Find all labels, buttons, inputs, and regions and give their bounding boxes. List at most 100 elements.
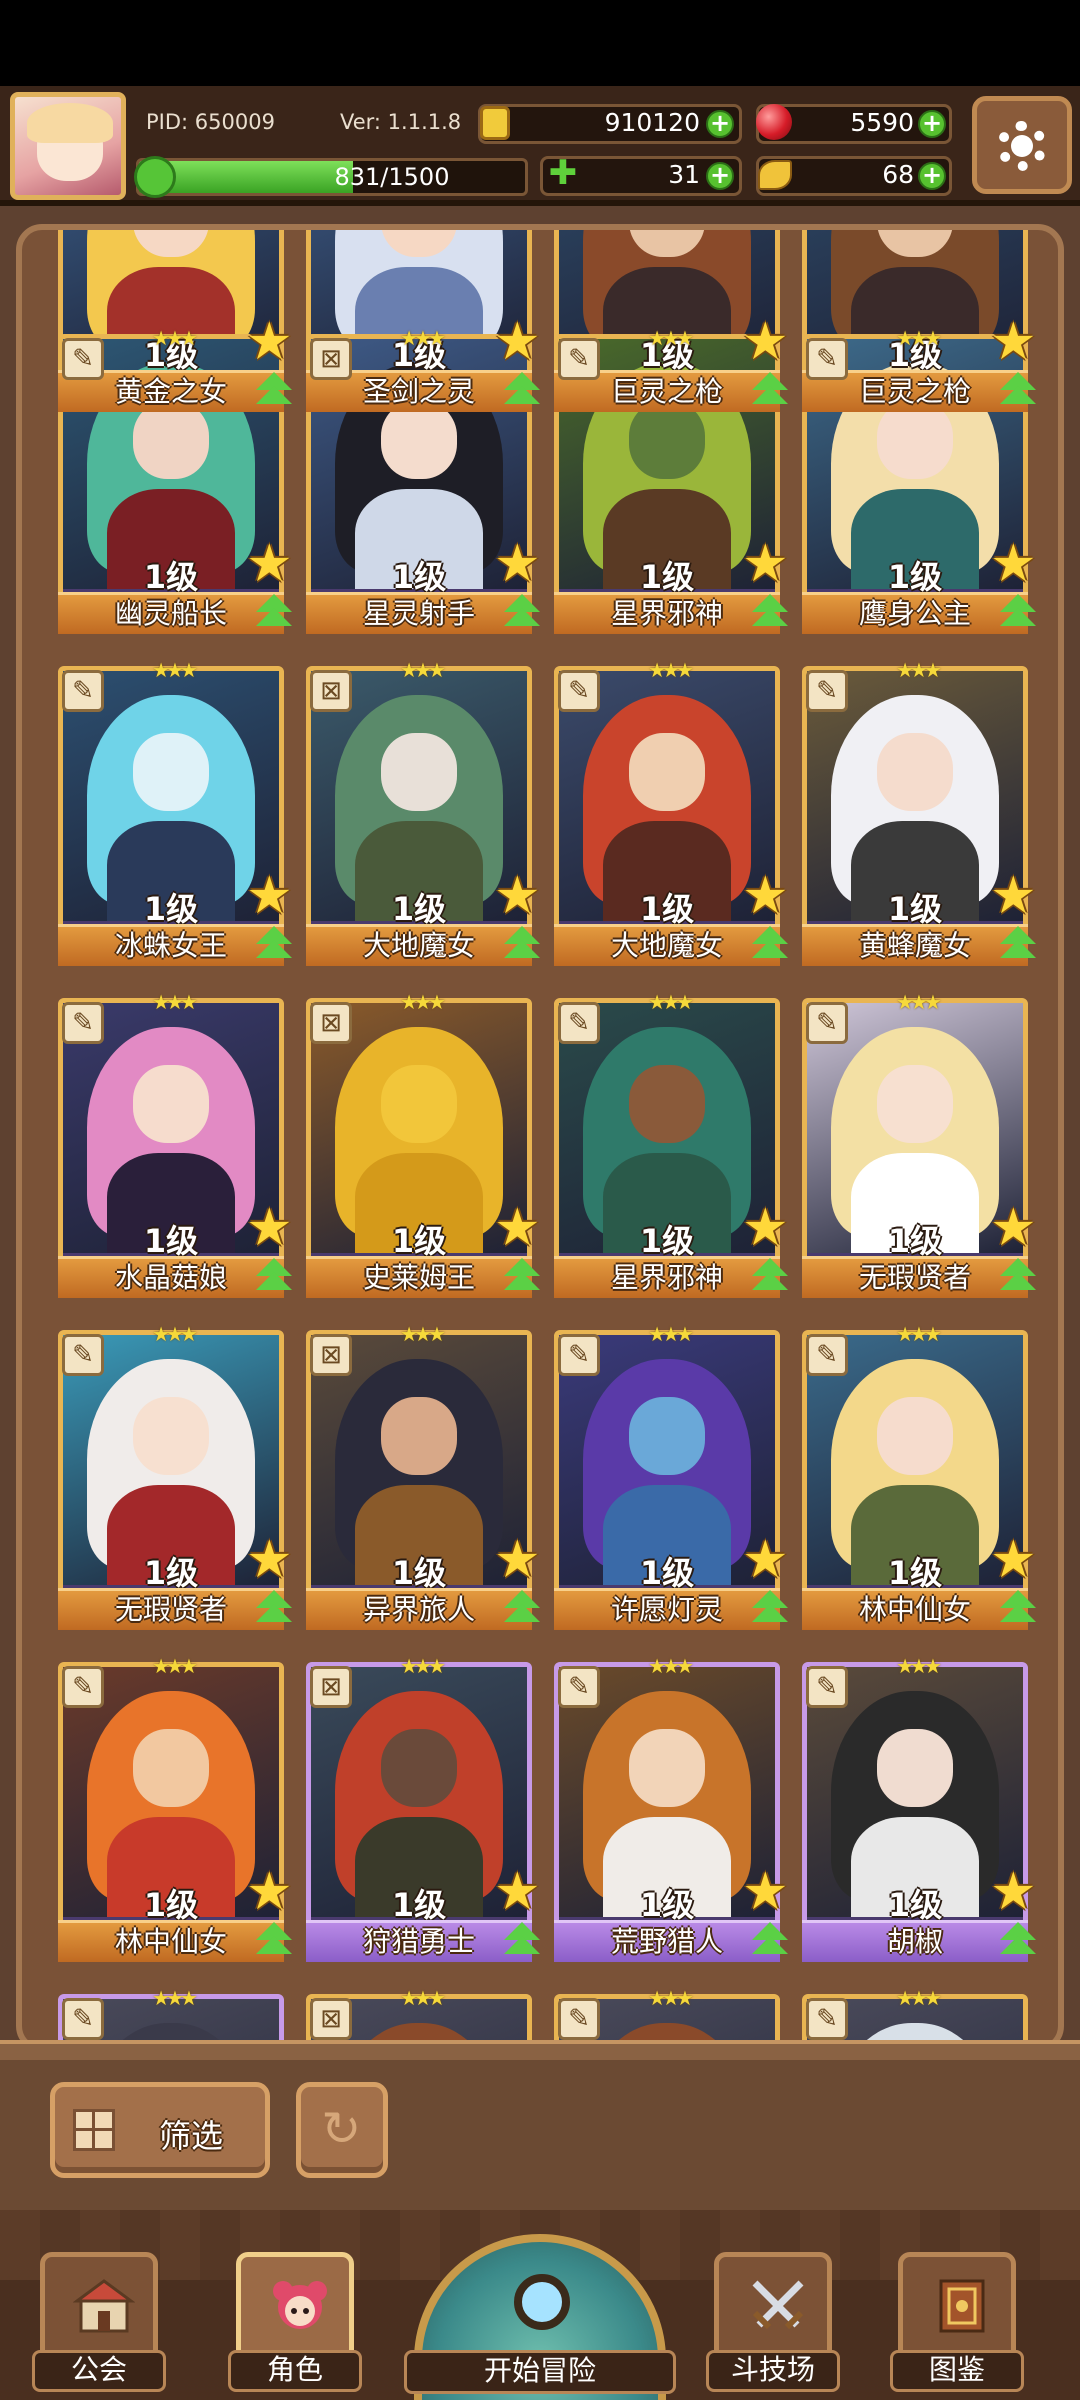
character-card[interactable]: ⊠ ★★★ 1级 史莱姆王 ★ xyxy=(306,990,541,1298)
upgrade-arrow-icon xyxy=(994,1590,1042,1634)
star-icon: ★ xyxy=(246,312,293,372)
character-card[interactable]: ⊠★★★1级圣剑之灵★ xyxy=(306,230,541,412)
character-card[interactable]: ✎ ★★★ 1级 冰蛛女王 ★ xyxy=(58,658,293,966)
upgrade-arrow-icon xyxy=(250,1922,298,1966)
add-gold-button[interactable]: + xyxy=(706,110,734,138)
rarity-stars: ★★★ xyxy=(648,326,694,350)
rarity-stars: ★★★ xyxy=(400,1322,446,1346)
character-card[interactable]: ✎ ★★★ 1级 星界邪神 ★ xyxy=(554,990,789,1298)
star-icon: ★ xyxy=(990,534,1037,594)
clover-level-icon xyxy=(134,156,176,198)
rarity-stars: ★★★ xyxy=(152,658,198,682)
weapon-type-icon: ⊠ xyxy=(310,1666,352,1708)
character-card[interactable]: ✎★★★1级黄金之女★ xyxy=(58,230,293,412)
character-card[interactable]: ✎ ★★★ 1级 黄蜂魔女 ★ xyxy=(802,658,1037,966)
rarity-stars: ★★★ xyxy=(400,990,446,1014)
player-avatar[interactable] xyxy=(10,92,126,200)
upgrade-arrow-icon xyxy=(994,372,1042,416)
character-card[interactable]: ✎ ★★★ 1级 林中仙女 ★ xyxy=(802,1322,1037,1630)
add-gem-button[interactable]: + xyxy=(918,110,946,138)
character-card[interactable]: ⊠ ★★★ 1级 异界旅人 ★ xyxy=(306,1322,541,1630)
star-icon: ★ xyxy=(246,1198,293,1258)
pid-label: PID: 650009 xyxy=(146,110,275,134)
upgrade-arrow-icon xyxy=(746,1258,794,1302)
clover-icon: ✚ xyxy=(548,153,578,193)
rarity-stars: ★★★ xyxy=(152,1322,198,1346)
rarity-stars: ★★★ xyxy=(896,658,942,682)
star-icon: ★ xyxy=(494,1198,541,1258)
character-card[interactable]: ✎★★★1级巨灵之枪★ xyxy=(554,230,789,412)
nav-arena[interactable]: 斗技场 xyxy=(706,2252,840,2392)
character-card[interactable]: ✎ ★★★ 1级 许愿灯灵 ★ xyxy=(554,1322,789,1630)
rarity-stars: ★★★ xyxy=(400,1654,446,1678)
character-card[interactable]: ✎ ★★★ 1级 大地魔女 ★ xyxy=(554,658,789,966)
add-clover-button[interactable]: + xyxy=(706,162,734,190)
star-icon: ★ xyxy=(990,1862,1037,1922)
upgrade-arrow-icon xyxy=(250,1590,298,1634)
upgrade-arrow-icon xyxy=(994,1258,1042,1302)
weapon-type-icon: ⊠ xyxy=(310,1998,352,2040)
refresh-button[interactable]: ↻ xyxy=(296,2082,388,2178)
weapon-type-icon: ✎ xyxy=(62,670,104,712)
filter-button[interactable]: 筛选 xyxy=(50,2082,270,2178)
weapon-type-icon: ✎ xyxy=(558,1998,600,2040)
character-card[interactable]: ✎ ★★★ 1级 荒野猎人 ★ xyxy=(554,1654,789,1962)
add-item-button[interactable]: + xyxy=(918,162,946,190)
star-icon: ★ xyxy=(494,866,541,926)
nav-guild-label: 公会 xyxy=(32,2350,166,2392)
weapon-type-icon: ⊠ xyxy=(310,670,352,712)
weapon-type-icon: ✎ xyxy=(558,338,600,380)
upgrade-arrow-icon xyxy=(746,926,794,970)
star-icon: ★ xyxy=(742,866,789,926)
rarity-stars: ★★★ xyxy=(152,326,198,350)
nav-arena-label: 斗技场 xyxy=(706,2350,840,2392)
star-icon: ★ xyxy=(742,1198,789,1258)
star-icon: ★ xyxy=(246,1862,293,1922)
upgrade-arrow-icon xyxy=(498,594,546,638)
character-card[interactable]: ✎★★★1级巨灵之枪★ xyxy=(802,230,1037,412)
upgrade-arrow-icon xyxy=(994,1922,1042,1966)
character-card[interactable]: ✎ ★★★ 1级 胡椒 ★ xyxy=(802,1654,1037,1962)
rarity-stars: ★★★ xyxy=(896,990,942,1014)
grid-filter-icon xyxy=(73,2109,115,2151)
weapon-type-icon: ✎ xyxy=(62,1998,104,2040)
character-card[interactable]: ⊠ ★★★ 1级 大地魔女 ★ xyxy=(306,658,541,966)
start-adventure-button[interactable]: 开始冒险 xyxy=(404,2234,676,2400)
star-icon: ★ xyxy=(246,1530,293,1590)
clover-value: 31 xyxy=(668,160,700,189)
character-card[interactable]: ✎ ★★★ 1级 无瑕贤者 ★ xyxy=(802,990,1037,1298)
rarity-stars: ★★★ xyxy=(400,1986,446,2010)
gold-value: 910120 xyxy=(604,108,700,137)
star-icon: ★ xyxy=(742,312,789,372)
rarity-stars: ★★★ xyxy=(152,1986,198,2010)
xp-text: 831/1500 xyxy=(334,163,450,191)
xp-bar: 831/1500 xyxy=(136,158,528,196)
item-icon xyxy=(758,160,792,190)
character-card[interactable]: ⊠ ★★★ 1级 狩猎勇士 ★ xyxy=(306,1654,541,1962)
character-card[interactable]: ✎ ★★★ 1级 水晶菇娘 ★ xyxy=(58,990,293,1298)
star-icon: ★ xyxy=(246,866,293,926)
rarity-stars: ★★★ xyxy=(648,1986,694,2010)
character-list[interactable]: ✎★★★1级黄金之女★⊠★★★1级圣剑之灵★✎★★★1级巨灵之枪★✎★★★1级巨… xyxy=(16,224,1064,2052)
rarity-stars: ★★★ xyxy=(896,1986,942,2010)
nav-codex-label: 图鉴 xyxy=(890,2350,1024,2392)
star-icon: ★ xyxy=(742,1530,789,1590)
start-adventure-label: 开始冒险 xyxy=(404,2350,676,2394)
gem-value: 5590 xyxy=(850,108,914,137)
star-icon: ★ xyxy=(742,1862,789,1922)
rarity-stars: ★★★ xyxy=(152,990,198,1014)
nav-guild[interactable]: 公会 xyxy=(32,2252,166,2392)
weapon-type-icon: ✎ xyxy=(558,1002,600,1044)
nav-role[interactable]: 角色 xyxy=(228,2252,362,2392)
star-icon: ★ xyxy=(494,312,541,372)
upgrade-arrow-icon xyxy=(994,594,1042,638)
settings-button[interactable] xyxy=(972,96,1072,194)
weapon-type-icon: ✎ xyxy=(62,1002,104,1044)
nav-codex[interactable]: 图鉴 xyxy=(890,2252,1024,2392)
weapon-type-icon: ✎ xyxy=(62,338,104,380)
character-card[interactable]: ✎ ★★★ 1级 林中仙女 ★ xyxy=(58,1654,293,1962)
character-card[interactable]: ✎ ★★★ 1级 无瑕贤者 ★ xyxy=(58,1322,293,1630)
rarity-stars: ★★★ xyxy=(648,1654,694,1678)
upgrade-arrow-icon xyxy=(746,594,794,638)
rarity-stars: ★★★ xyxy=(896,326,942,350)
